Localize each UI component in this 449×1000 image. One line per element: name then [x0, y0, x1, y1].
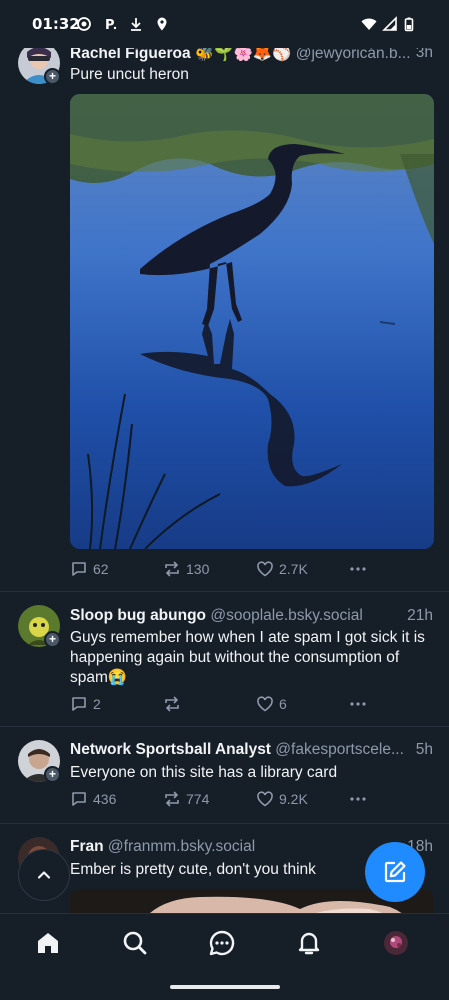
repost-icon: [165, 561, 179, 577]
post-item[interactable]: + Sloop bug abungo @sooplale.bsky.social…: [0, 592, 449, 727]
post-text: Pure uncut heron: [70, 66, 189, 83]
like-count: 6: [279, 696, 287, 712]
heart-icon: [257, 561, 273, 577]
like-count: 9.2K: [279, 791, 308, 807]
post-text: Guys remember how when I ate spam I got …: [70, 629, 425, 686]
post-text: Everyone on this site has a library card: [70, 764, 338, 781]
gesture-bar: [170, 985, 280, 989]
reply-icon: [72, 562, 86, 576]
post-header: Network Sportsball Analyst @fakesportsce…: [70, 741, 433, 759]
chevron-up-icon: [37, 871, 51, 879]
nav-profile[interactable]: [381, 928, 411, 958]
author-name[interactable]: Fran: [70, 838, 104, 855]
follow-plus-icon[interactable]: +: [44, 631, 61, 648]
bottom-nav: [0, 913, 449, 1000]
nav-home[interactable]: [33, 928, 63, 958]
post-header: Sloop bug abungo @sooplale.bsky.social: [70, 607, 433, 625]
reply-icon: [72, 792, 86, 806]
like-count: 2.7K: [279, 561, 308, 577]
compose-icon: [384, 861, 406, 883]
repost-icon: [165, 791, 179, 807]
author-handle[interactable]: @franmm.bsky.social: [108, 838, 255, 855]
nav-search[interactable]: [120, 928, 150, 958]
reply-button[interactable]: 62: [70, 560, 163, 578]
nav-chat[interactable]: [207, 928, 237, 958]
reply-count: 2: [93, 696, 101, 712]
post-item[interactable]: + Rachel Figueroa 🐝🌱🌸🦊⚾ @jewyoricán.b...…: [0, 30, 449, 592]
profile-avatar: [384, 931, 408, 955]
more-button[interactable]: [349, 695, 442, 713]
reply-button[interactable]: 2: [70, 695, 163, 713]
home-icon: [38, 933, 58, 953]
more-icon: [350, 702, 366, 706]
scroll-to-top-button[interactable]: [18, 849, 70, 901]
post-image-heron[interactable]: [70, 94, 434, 549]
battery-icon: [404, 17, 414, 32]
repost-button[interactable]: [163, 695, 256, 713]
download-icon: [131, 18, 141, 31]
repost-count: 774: [186, 791, 210, 807]
signal-icon: [382, 16, 397, 31]
post-actions: 436 774 9.2K: [70, 790, 442, 808]
location-icon: [157, 17, 167, 31]
repost-icon: [165, 696, 179, 712]
like-button[interactable]: 6: [256, 695, 349, 713]
notifications-icon: [298, 932, 320, 955]
record-icon: [77, 17, 91, 31]
reply-icon: [72, 697, 86, 711]
author-handle[interactable]: @sooplale.bsky.social: [210, 607, 362, 624]
compose-button[interactable]: [365, 842, 425, 902]
like-button[interactable]: 2.7K: [256, 560, 349, 578]
repost-button[interactable]: 130: [163, 560, 256, 578]
search-icon: [123, 931, 147, 955]
post-item[interactable]: + Network Sportsball Analyst @fakesports…: [0, 727, 449, 824]
follow-plus-icon[interactable]: +: [44, 68, 61, 85]
author-handle[interactable]: @fakesportscele...: [275, 741, 404, 758]
status-bar: 01:32 P: [0, 0, 449, 48]
repost-count: 130: [186, 561, 210, 577]
reply-count: 436: [93, 791, 117, 807]
repost-button[interactable]: 774: [163, 790, 256, 808]
post-actions: 2 6: [70, 695, 442, 713]
post-time: 5h: [409, 741, 433, 759]
post-actions: 62 130 2.7K: [70, 560, 442, 578]
more-icon: [350, 797, 366, 801]
more-button[interactable]: [349, 560, 442, 578]
heart-icon: [257, 696, 273, 712]
post-time: 21h: [401, 607, 433, 625]
chat-icon: [209, 930, 235, 956]
more-button[interactable]: [349, 790, 442, 808]
heart-icon: [257, 791, 273, 807]
feed[interactable]: + Rachel Figueroa 🐝🌱🌸🦊⚾ @jewyoricán.b...…: [0, 0, 449, 913]
status-time: 01:32: [32, 15, 80, 33]
reply-count: 62: [93, 561, 109, 577]
author-name[interactable]: Sloop bug abungo: [70, 607, 206, 624]
like-button[interactable]: 9.2K: [256, 790, 349, 808]
author-name[interactable]: Network Sportsball Analyst: [70, 741, 271, 758]
nav-notifications[interactable]: [294, 928, 324, 958]
reply-button[interactable]: 436: [70, 790, 163, 808]
follow-plus-icon[interactable]: +: [44, 766, 61, 783]
more-icon: [350, 567, 366, 571]
parking-icon: P: [105, 18, 117, 32]
svg-text:P: P: [105, 18, 115, 32]
wifi-icon: [361, 18, 377, 30]
